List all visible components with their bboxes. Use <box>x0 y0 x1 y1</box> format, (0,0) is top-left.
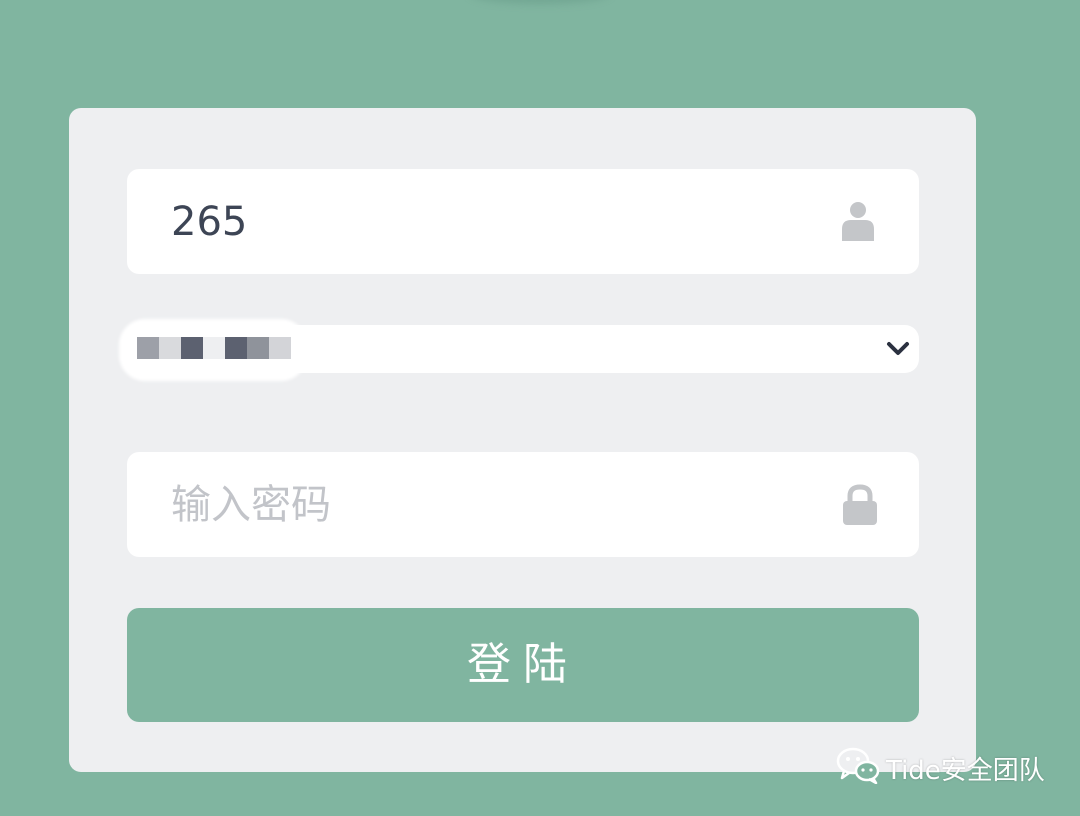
watermark-text: Tide安全团队 <box>886 755 1045 786</box>
top-smudge <box>470 0 610 4</box>
pixel-block <box>159 337 181 359</box>
password-field[interactable]: 输入密码 <box>127 452 919 557</box>
pixel-block <box>203 337 225 359</box>
pixel-block <box>181 337 203 359</box>
chevron-down-icon[interactable] <box>885 337 911 359</box>
wechat-icon <box>836 746 880 791</box>
redacted-select-value <box>137 337 291 359</box>
account-select[interactable] <box>119 319 919 381</box>
pixel-block <box>247 337 269 359</box>
lock-icon <box>841 484 879 526</box>
pixel-block <box>225 337 247 359</box>
login-card: 265 输入密码 登陆 <box>69 108 976 772</box>
user-icon <box>839 201 877 243</box>
login-button[interactable]: 登陆 <box>127 608 919 722</box>
password-placeholder: 输入密码 <box>171 482 331 528</box>
username-field[interactable]: 265 <box>127 169 919 274</box>
watermark: Tide安全团队 <box>836 746 1045 791</box>
pixel-block <box>137 337 159 359</box>
username-value: 265 <box>171 199 248 245</box>
pixel-block <box>269 337 291 359</box>
